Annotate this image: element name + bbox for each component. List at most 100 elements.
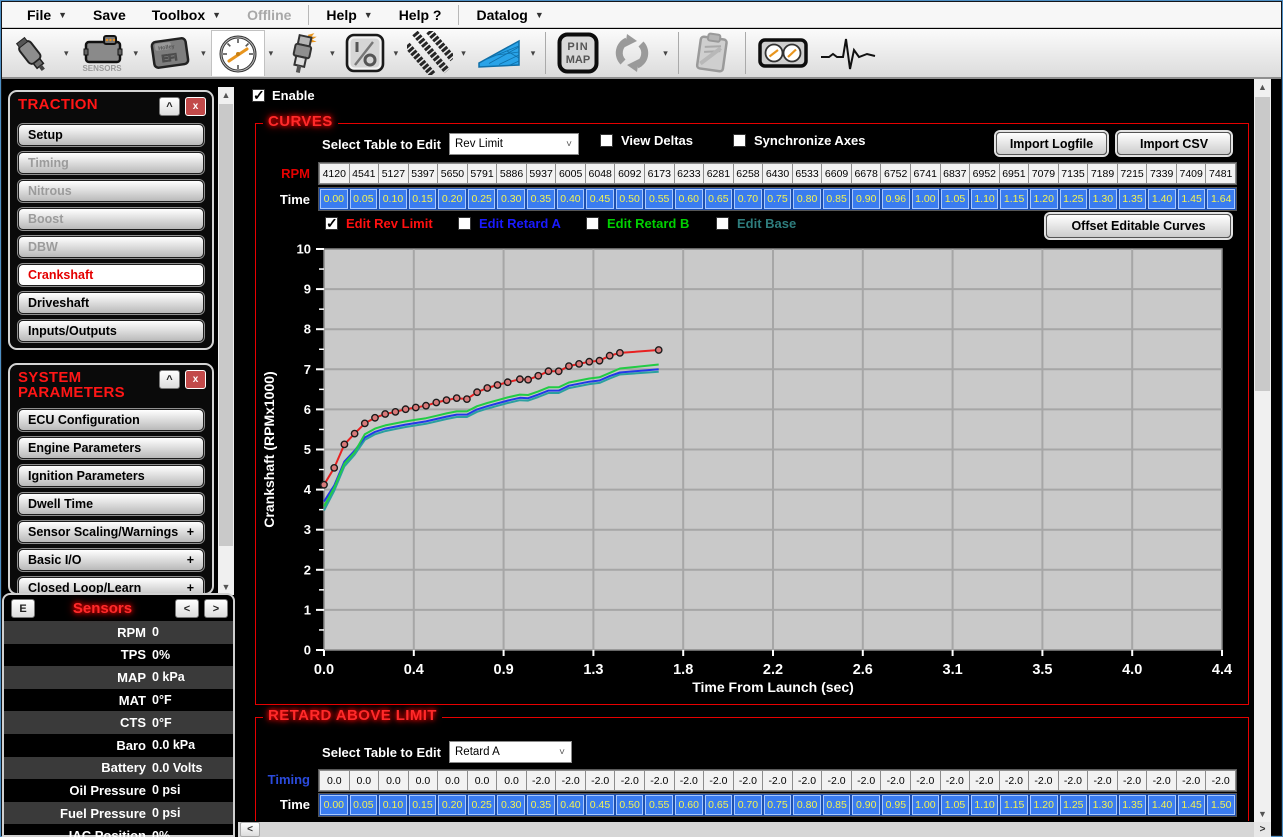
table-cell[interactable]: -2.0 [1177,771,1206,790]
table-cell[interactable]: -2.0 [941,771,970,790]
fuel-injector-tool[interactable] [8,30,60,76]
table-cell[interactable]: -2.0 [1059,771,1088,790]
table-cell[interactable]: 1.10 [971,189,999,209]
table-cell[interactable]: 1.45 [1178,189,1206,209]
chevron-down-icon[interactable]: ▾ [663,48,668,59]
table-cell[interactable]: 1.05 [941,189,969,209]
traction-stripes-tool[interactable] [403,30,457,76]
table-cell[interactable]: 0.35 [527,795,555,815]
table-cell[interactable]: 0.95 [882,795,910,815]
edit-curve-checkbox[interactable] [586,217,599,230]
table-cell[interactable]: 0.55 [645,795,673,815]
table-cell[interactable]: 0.05 [350,795,378,815]
scrollbar-thumb[interactable] [1255,97,1270,391]
sensors-next-icon[interactable]: > [204,599,228,618]
table-cell[interactable]: 1.00 [912,189,940,209]
table-cell[interactable]: 0.55 [645,189,673,209]
map-3d-tool[interactable] [471,30,527,76]
sensors-edit-button[interactable]: E [11,599,35,618]
pin-map-tool[interactable]: PINMAP [553,30,603,76]
table-cell[interactable]: 0.80 [793,189,821,209]
table-cell[interactable]: 0.15 [409,795,437,815]
table-cell[interactable]: -2.0 [1088,771,1117,790]
table-cell[interactable]: 0.0 [350,771,379,790]
table-cell[interactable]: 0.10 [379,795,407,815]
table-cell[interactable]: -2.0 [1206,771,1235,790]
import-logfile-button[interactable]: Import Logfile [996,132,1107,155]
table-cell[interactable]: 0.35 [527,189,555,209]
table-cell[interactable]: 1.30 [1089,189,1117,209]
dual-gauges-tool[interactable] [753,30,813,76]
table-cell[interactable]: -2.0 [852,771,881,790]
table-cell[interactable]: -2.0 [556,771,585,790]
table-cell[interactable]: 1.64 [1207,189,1235,209]
table-cell[interactable]: 1.40 [1148,795,1176,815]
table-cell[interactable]: 0.40 [557,189,585,209]
table-cell[interactable]: -2.0 [586,771,615,790]
table-cell[interactable]: 1.35 [1119,189,1147,209]
table-cell[interactable]: 0.30 [497,795,525,815]
sidebar-item-ignition-parameters[interactable]: Ignition Parameters [18,465,204,487]
table-cell[interactable]: -2.0 [881,771,910,790]
table-cell[interactable]: 0.05 [350,189,378,209]
table-cell[interactable]: 0.60 [675,189,703,209]
table-cell[interactable]: 0.0 [468,771,497,790]
table-cell[interactable]: 0.65 [705,795,733,815]
table-cell[interactable]: 1.15 [1000,189,1028,209]
table-cell[interactable]: 0.80 [793,795,821,815]
table-cell[interactable]: 1.25 [1060,795,1088,815]
table-cell[interactable]: 1.35 [1119,795,1147,815]
table-cell[interactable]: 0.25 [468,189,496,209]
gauge-tool[interactable] [211,30,265,76]
table-cell[interactable]: 0.0 [320,771,349,790]
chevron-down-icon[interactable]: ▾ [531,48,536,59]
table-cell[interactable]: 0.85 [823,795,851,815]
sensors-module-tool[interactable]: SENSORS [74,30,130,76]
pulse-tool[interactable] [815,30,881,76]
table-cell[interactable]: 0.10 [379,189,407,209]
chevron-down-icon[interactable]: ▾ [134,48,139,59]
table-cell[interactable]: 0.00 [320,189,348,209]
table-cell[interactable]: -2.0 [645,771,674,790]
collapse-icon[interactable]: ^ [159,97,180,116]
table-cell[interactable]: 1.25 [1060,189,1088,209]
close-icon[interactable]: x [185,97,206,116]
table-cell[interactable]: 0.25 [468,795,496,815]
table-cell[interactable]: 0.45 [586,795,614,815]
edit-curve-checkbox[interactable] [458,217,471,230]
chevron-down-icon[interactable]: ▾ [269,48,274,59]
efi-box-tool[interactable]: HolleyEFI [143,30,197,76]
table-cell[interactable]: -2.0 [704,771,733,790]
scroll-up-icon[interactable]: ▲ [1254,79,1271,95]
sync-tool[interactable] [605,30,659,76]
sidebar-item-sensor-scaling-warnings[interactable]: Sensor Scaling/Warnings+ [18,521,204,543]
table-cell[interactable]: 0.45 [586,189,614,209]
table-cell[interactable]: 1.45 [1178,795,1206,815]
table-cell[interactable]: -2.0 [1000,771,1029,790]
menu-datalog[interactable]: Datalog▼ [463,2,556,27]
menu-file[interactable]: File▼ [14,2,80,27]
table-cell[interactable]: -2.0 [822,771,851,790]
menu-toolbox[interactable]: Toolbox▼ [139,2,234,27]
table-cell[interactable]: 1.20 [1030,795,1058,815]
sensors-prev-icon[interactable]: < [175,599,199,618]
scrollbar-thumb[interactable] [219,104,233,546]
table-cell[interactable]: -2.0 [675,771,704,790]
main-vertical-scrollbar[interactable]: ▲ ▼ [1254,79,1271,822]
table-cell[interactable]: 1.10 [971,795,999,815]
chevron-down-icon[interactable]: ▾ [394,48,399,59]
main-horizontal-scrollbar[interactable]: < [238,822,1254,837]
table-cell[interactable]: 1.00 [912,795,940,815]
sidebar-item-basic-i-o[interactable]: Basic I/O+ [18,549,204,571]
sidebar-item-ecu-configuration[interactable]: ECU Configuration [18,409,204,431]
table-cell[interactable]: 0.50 [616,189,644,209]
table-cell[interactable]: 1.30 [1089,795,1117,815]
table-cell[interactable]: 0.90 [852,189,880,209]
table-cell[interactable]: 0.30 [497,189,525,209]
table-cell[interactable]: 0.90 [852,795,880,815]
table-cell[interactable]: 0.15 [409,189,437,209]
table-cell[interactable]: 0.65 [705,189,733,209]
collapse-icon[interactable]: ^ [159,370,180,389]
scroll-left-icon[interactable]: < [240,822,260,837]
table-cell[interactable]: -2.0 [1147,771,1176,790]
